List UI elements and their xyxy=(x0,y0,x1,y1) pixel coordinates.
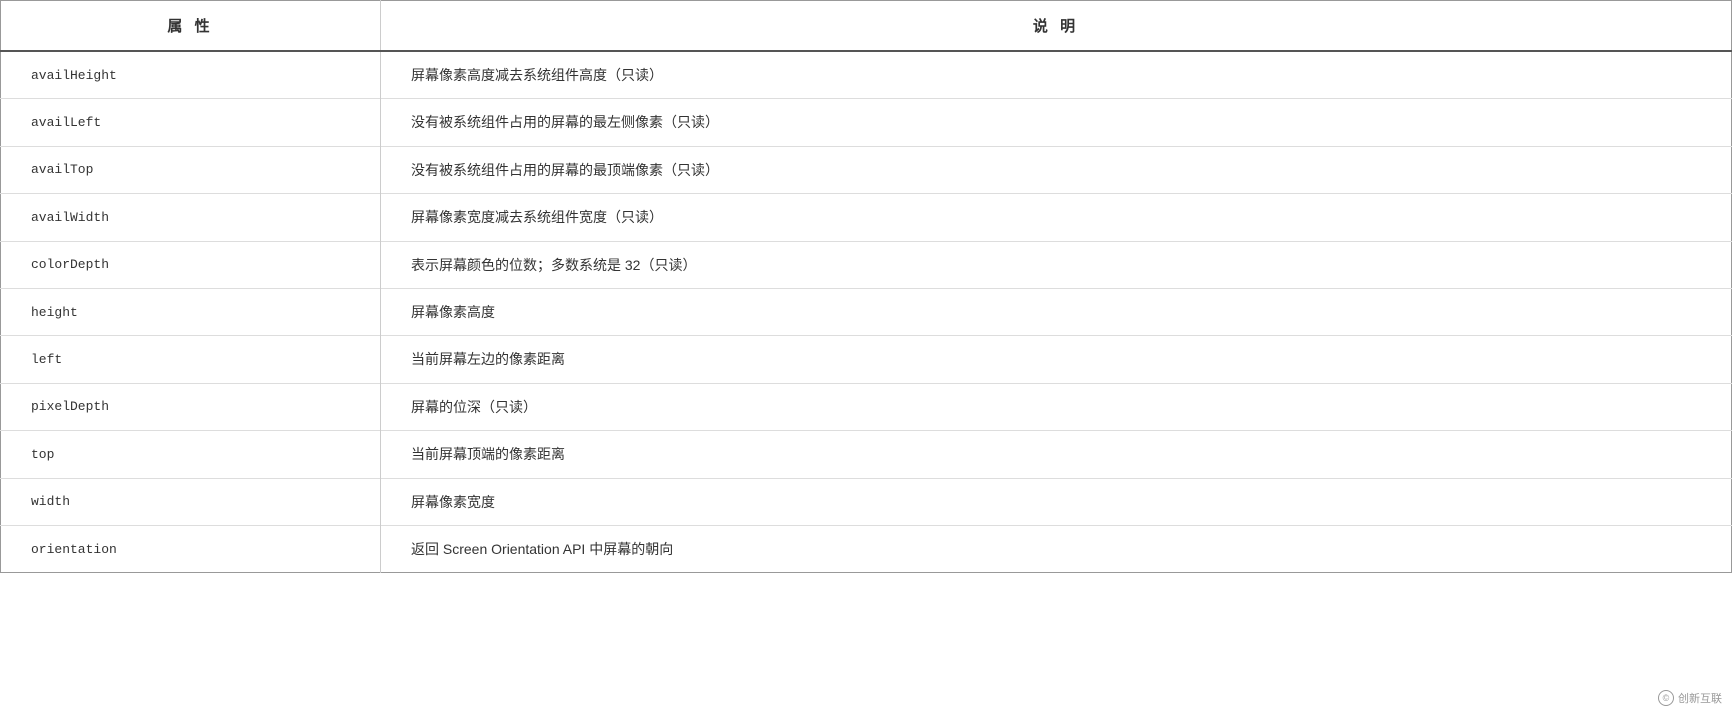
table-row: width屏幕像素宽度 xyxy=(1,478,1732,525)
cell-description: 没有被系统组件占用的屏幕的最顶端像素（只读） xyxy=(381,146,1732,193)
cell-description: 屏幕像素宽度 xyxy=(381,478,1732,525)
watermark-text: 创新互联 xyxy=(1678,690,1722,706)
cell-property: colorDepth xyxy=(1,241,381,288)
cell-description: 屏幕像素高度 xyxy=(381,288,1732,335)
header-description: 说 明 xyxy=(381,1,1732,52)
cell-property: pixelDepth xyxy=(1,383,381,430)
cell-property: top xyxy=(1,431,381,478)
cell-property: height xyxy=(1,288,381,335)
cell-description: 当前屏幕左边的像素距离 xyxy=(381,336,1732,383)
cell-description: 返回 Screen Orientation API 中屏幕的朝向 xyxy=(381,525,1732,572)
table-row: availLeft没有被系统组件占用的屏幕的最左侧像素（只读） xyxy=(1,99,1732,146)
watermark-icon: © xyxy=(1658,690,1674,706)
cell-property: availHeight xyxy=(1,51,381,99)
table-row: availTop没有被系统组件占用的屏幕的最顶端像素（只读） xyxy=(1,146,1732,193)
page-container: 属 性 说 明 availHeight屏幕像素高度减去系统组件高度（只读）ava… xyxy=(0,0,1732,716)
cell-description: 屏幕像素高度减去系统组件高度（只读） xyxy=(381,51,1732,99)
table-row: availHeight屏幕像素高度减去系统组件高度（只读） xyxy=(1,51,1732,99)
cell-property: left xyxy=(1,336,381,383)
cell-property: orientation xyxy=(1,525,381,572)
table-header-row: 属 性 说 明 xyxy=(1,1,1732,52)
cell-property: availTop xyxy=(1,146,381,193)
cell-description: 当前屏幕顶端的像素距离 xyxy=(381,431,1732,478)
cell-description: 屏幕像素宽度减去系统组件宽度（只读） xyxy=(381,194,1732,241)
table-row: availWidth屏幕像素宽度减去系统组件宽度（只读） xyxy=(1,194,1732,241)
table-row: pixelDepth屏幕的位深（只读） xyxy=(1,383,1732,430)
table-row: orientation返回 Screen Orientation API 中屏幕… xyxy=(1,525,1732,572)
cell-description: 表示屏幕颜色的位数；多数系统是 32（只读） xyxy=(381,241,1732,288)
header-property: 属 性 xyxy=(1,1,381,52)
cell-property: availWidth xyxy=(1,194,381,241)
watermark: © 创新互联 xyxy=(1658,690,1722,706)
properties-table: 属 性 说 明 availHeight屏幕像素高度减去系统组件高度（只读）ava… xyxy=(0,0,1732,573)
table-row: height屏幕像素高度 xyxy=(1,288,1732,335)
table-row: left当前屏幕左边的像素距离 xyxy=(1,336,1732,383)
cell-description: 屏幕的位深（只读） xyxy=(381,383,1732,430)
cell-property: width xyxy=(1,478,381,525)
table-row: top当前屏幕顶端的像素距离 xyxy=(1,431,1732,478)
table-row: colorDepth表示屏幕颜色的位数；多数系统是 32（只读） xyxy=(1,241,1732,288)
cell-description: 没有被系统组件占用的屏幕的最左侧像素（只读） xyxy=(381,99,1732,146)
cell-property: availLeft xyxy=(1,99,381,146)
